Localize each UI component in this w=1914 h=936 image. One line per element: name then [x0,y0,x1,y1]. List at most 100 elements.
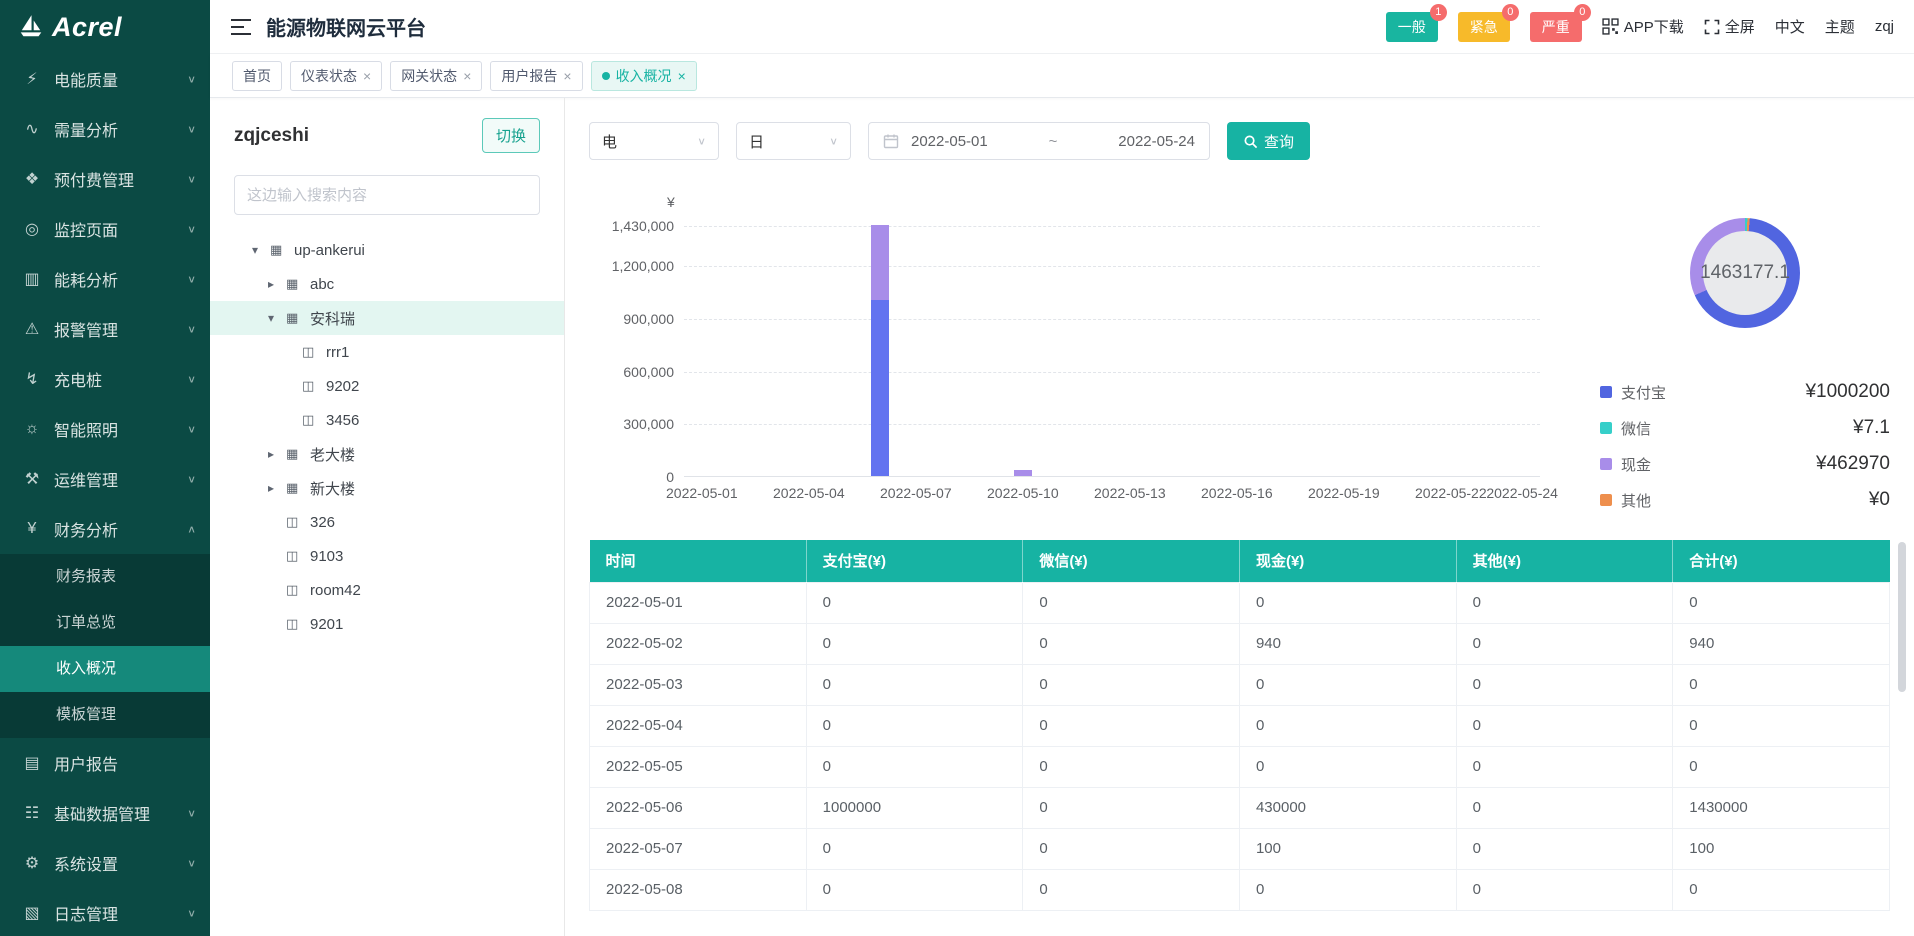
tree-node-9202[interactable]: ◫9202 [210,369,564,403]
org-icon: ▦ [270,242,290,258]
sidebar-subitem-finance-report[interactable]: 财务报表 [0,554,210,600]
sidebar-item-label: 基础数据管理 [54,801,187,825]
chevron-expanded-icon[interactable]: ▾ [252,243,270,257]
sidebar-item-alarm-management[interactable]: ⚠报警管理∨ [0,304,210,354]
tree-node-rrr1[interactable]: ◫rrr1 [210,335,564,369]
table-row: 2022-05-0800000 [590,869,1890,910]
tree-node-label: 新大楼 [310,478,355,499]
close-icon[interactable]: × [363,68,371,84]
close-icon[interactable]: × [678,68,686,84]
table-cell: 2022-05-08 [590,869,807,910]
tab-home[interactable]: 首页 [232,61,282,91]
sidebar-item-energy-analysis[interactable]: ▥能耗分析∨ [0,254,210,304]
tab-income-overview[interactable]: 收入概况× [591,61,697,91]
switch-button[interactable]: 切换 [482,118,540,153]
x-tick-label: 2022-05-13 [1094,485,1166,501]
device-tree: ▾▦up-ankerui▸▦abc▾▦安科瑞◫rrr1◫9202◫3456▸▦老… [210,233,564,641]
sidebar-item-label: 财务分析 [54,517,187,541]
sidebar-item-monitor-page[interactable]: ◎监控页面∨ [0,204,210,254]
sidebar-subitem-income-overview[interactable]: 收入概况 [0,646,210,692]
tree-node-安科瑞[interactable]: ▾▦安科瑞 [210,301,564,335]
header-theme[interactable]: 主题 [1825,16,1855,37]
tree-node-3456[interactable]: ◫3456 [210,403,564,437]
tab-meter-status[interactable]: 仪表状态× [290,61,382,91]
chevron-collapsed-icon[interactable]: ▸ [268,481,286,495]
donut-panel: 1463177.1 支付宝¥1000200微信¥7.1现金¥462970其他¥0 [1580,184,1890,518]
sidebar-subitem-order-overview[interactable]: 订单总览 [0,600,210,646]
query-button[interactable]: 查询 [1227,122,1310,160]
sidebar-item-user-report[interactable]: ▤用户报告 [0,738,210,788]
alert-badge-normal[interactable]: 一般1 [1386,12,1438,42]
tree-node-label: 9201 [310,616,343,633]
table-cell: 0 [1456,623,1673,664]
sidebar-subitem-template-management[interactable]: 模板管理 [0,692,210,738]
org-icon: ▦ [286,446,306,462]
alert-badge-critical[interactable]: 严重0 [1530,12,1582,42]
header-link-label: zqj [1875,18,1894,35]
period-select[interactable]: 日 ∨ [736,122,851,160]
x-tick-label: 2022-05-19 [1308,485,1380,501]
chevron-down-icon: ∨ [187,223,196,235]
sidebar-item-label: 预付费管理 [54,167,187,191]
sidebar-item-label: 报警管理 [54,317,187,341]
menu-collapse-icon[interactable] [230,18,252,36]
header-user[interactable]: zqj [1875,18,1894,35]
sidebar-item-operations-management[interactable]: ⚒运维管理∨ [0,454,210,504]
tree-node-abc[interactable]: ▸▦abc [210,267,564,301]
table-cell: 0 [1673,869,1890,910]
scrollbar-thumb[interactable] [1898,542,1906,692]
energy-type-value: 电 [602,131,617,152]
tab-gateway-status[interactable]: 网关状态× [390,61,482,91]
tree-node-label: abc [310,276,334,293]
chevron-collapsed-icon[interactable]: ▸ [268,447,286,461]
sidebar-item-system-settings[interactable]: ⚙系统设置∨ [0,838,210,888]
table-cell: 0 [1456,705,1673,746]
tree-node-9103[interactable]: ◫9103 [210,539,564,573]
header-language[interactable]: 中文 [1775,16,1805,37]
scrollbar[interactable] [1898,542,1906,910]
legend-item-支付宝: 支付宝¥1000200 [1600,374,1890,410]
sidebar-item-log-management[interactable]: ▧日志管理∨ [0,888,210,936]
sidebar-item-prepaid-management[interactable]: ❖预付费管理∨ [0,154,210,204]
chevron-down-icon: ∨ [829,135,838,147]
table-row: 2022-05-0500000 [590,746,1890,787]
x-tick-label: 2022-05-22 [1415,485,1487,501]
alert-badge-urgent[interactable]: 紧急0 [1458,12,1510,42]
x-tick-label: 2022-05-24 [1486,485,1558,501]
tree-node-新大楼[interactable]: ▸▦新大楼 [210,471,564,505]
tree-node-老大楼[interactable]: ▸▦老大楼 [210,437,564,471]
sidebar-item-smart-lighting[interactable]: ☼智能照明∨ [0,404,210,454]
tree-node-room42[interactable]: ◫room42 [210,573,564,607]
tree-search-input[interactable] [234,175,540,215]
sidebar-item-charging-pile[interactable]: ↯充电桩∨ [0,354,210,404]
chevron-collapsed-icon[interactable]: ▸ [268,277,286,291]
sidebar-item-demand-analysis[interactable]: ∿需量分析∨ [0,104,210,154]
table-cell: 940 [1239,623,1456,664]
table-cell: 0 [806,623,1023,664]
device-icon: ◫ [302,412,322,428]
table-cell: 430000 [1239,787,1456,828]
tree-node-up-ankerui[interactable]: ▾▦up-ankerui [210,233,564,267]
sidebar-item-base-data-management[interactable]: ☷基础数据管理∨ [0,788,210,838]
sidebar-item-power-quality[interactable]: ⚡电能质量∨ [0,54,210,104]
sidebar-item-label: 能耗分析 [54,267,187,291]
tree-node-label: room42 [310,582,361,599]
tree-node-326[interactable]: ◫326 [210,505,564,539]
energy-type-select[interactable]: 电 ∨ [589,122,719,160]
table-cell: 0 [1023,705,1240,746]
energy-analysis-icon: ▥ [20,269,44,289]
header-app-download[interactable]: APP下载 [1602,16,1684,37]
table-cell: 0 [1023,582,1240,623]
tree-node-9201[interactable]: ◫9201 [210,607,564,641]
base-data-icon: ☷ [20,803,44,823]
org-icon: ▦ [286,480,306,496]
table-cell: 0 [1673,746,1890,787]
tab-user-report[interactable]: 用户报告× [490,61,582,91]
sidebar: Acrel ⚡电能质量∨∿需量分析∨❖预付费管理∨◎监控页面∨▥能耗分析∨⚠报警… [0,0,210,936]
sidebar-item-finance-analysis[interactable]: ¥财务分析∧ [0,504,210,554]
close-icon[interactable]: × [563,68,571,84]
chevron-expanded-icon[interactable]: ▾ [268,311,286,325]
close-icon[interactable]: × [463,68,471,84]
date-range-picker[interactable]: 2022-05-01 ~ 2022-05-24 [868,122,1210,160]
header-fullscreen[interactable]: 全屏 [1704,16,1755,37]
